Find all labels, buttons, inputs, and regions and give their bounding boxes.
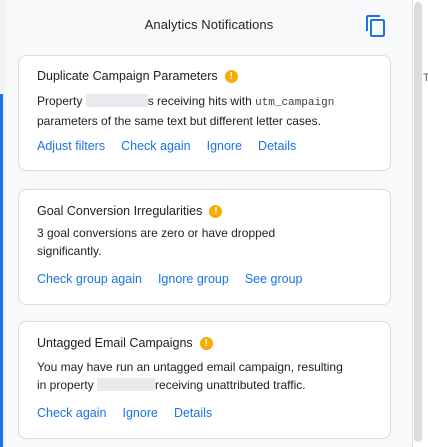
card-title: Duplicate Campaign Parameters [37,69,218,83]
card-title: Untagged Email Campaigns [37,336,193,350]
body-line2-suffix: receiving unattributed traffic. [155,378,306,392]
card-title-row: Goal Conversion Irregularities ! [37,204,223,218]
card-body: 3 goal conversions are zero or have drop… [37,224,327,260]
scrollbar-thumb[interactable] [414,2,422,442]
body-line1: You may have run an untagged email campa… [37,360,343,374]
notification-card-goal-conversion: Goal Conversion Irregularities ! 3 goal … [18,189,391,305]
warning-icon: ! [224,69,238,83]
panel-title: Analytics Notifications [144,17,274,32]
background-accent-bar [0,94,3,447]
panel-header: Analytics Notifications [6,0,412,52]
card-title-row: Untagged Email Campaigns ! [37,336,213,350]
ignore-link[interactable]: Ignore [123,406,158,420]
body-text: s receiving hits with [147,94,252,108]
check-group-again-link[interactable]: Check group again [37,272,142,286]
copy-icon[interactable] [364,14,388,38]
body-line2: parameters of the same text but differen… [37,114,321,128]
warning-icon: ! [199,336,213,350]
adjust-filters-link[interactable]: Adjust filters [37,139,105,153]
card-title-row: Duplicate Campaign Parameters ! [37,69,238,83]
ignore-group-link[interactable]: Ignore group [158,272,229,286]
card-actions: Adjust filters Check again Ignore Detail… [37,139,312,153]
card-actions: Check again Ignore Details [37,406,228,420]
card-actions: Check group again Ignore group See group [37,272,319,286]
details-link[interactable]: Details [258,139,296,153]
ignore-link[interactable]: Ignore [207,139,242,153]
warning-icon: ! [209,204,223,218]
notification-card-untagged-email: Untagged Email Campaigns ! You may have … [18,321,391,439]
notifications-panel: Analytics Notifications Duplicate Campai… [6,0,412,447]
see-group-link[interactable]: See group [245,272,303,286]
background-page-text: T [423,72,428,84]
page: Analytics Notifications Duplicate Campai… [0,0,428,447]
body-line2-prefix: in property [37,378,94,392]
redacted-property-id [85,94,148,107]
code-param: utm_campaign [255,97,335,109]
check-again-link[interactable]: Check again [121,139,191,153]
redacted-property-id [97,378,156,391]
body-text: 3 goal conversions are zero or have drop… [37,226,276,258]
check-again-link[interactable]: Check again [37,406,107,420]
notification-card-duplicate-campaign: Duplicate Campaign Parameters ! Property… [18,55,391,171]
details-link[interactable]: Details [174,406,212,420]
card-title: Goal Conversion Irregularities [37,204,203,218]
card-body: Property s receiving hits with utm_campa… [37,92,382,130]
body-prefix: Property [37,94,83,108]
card-body: You may have run an untagged email campa… [37,358,382,394]
